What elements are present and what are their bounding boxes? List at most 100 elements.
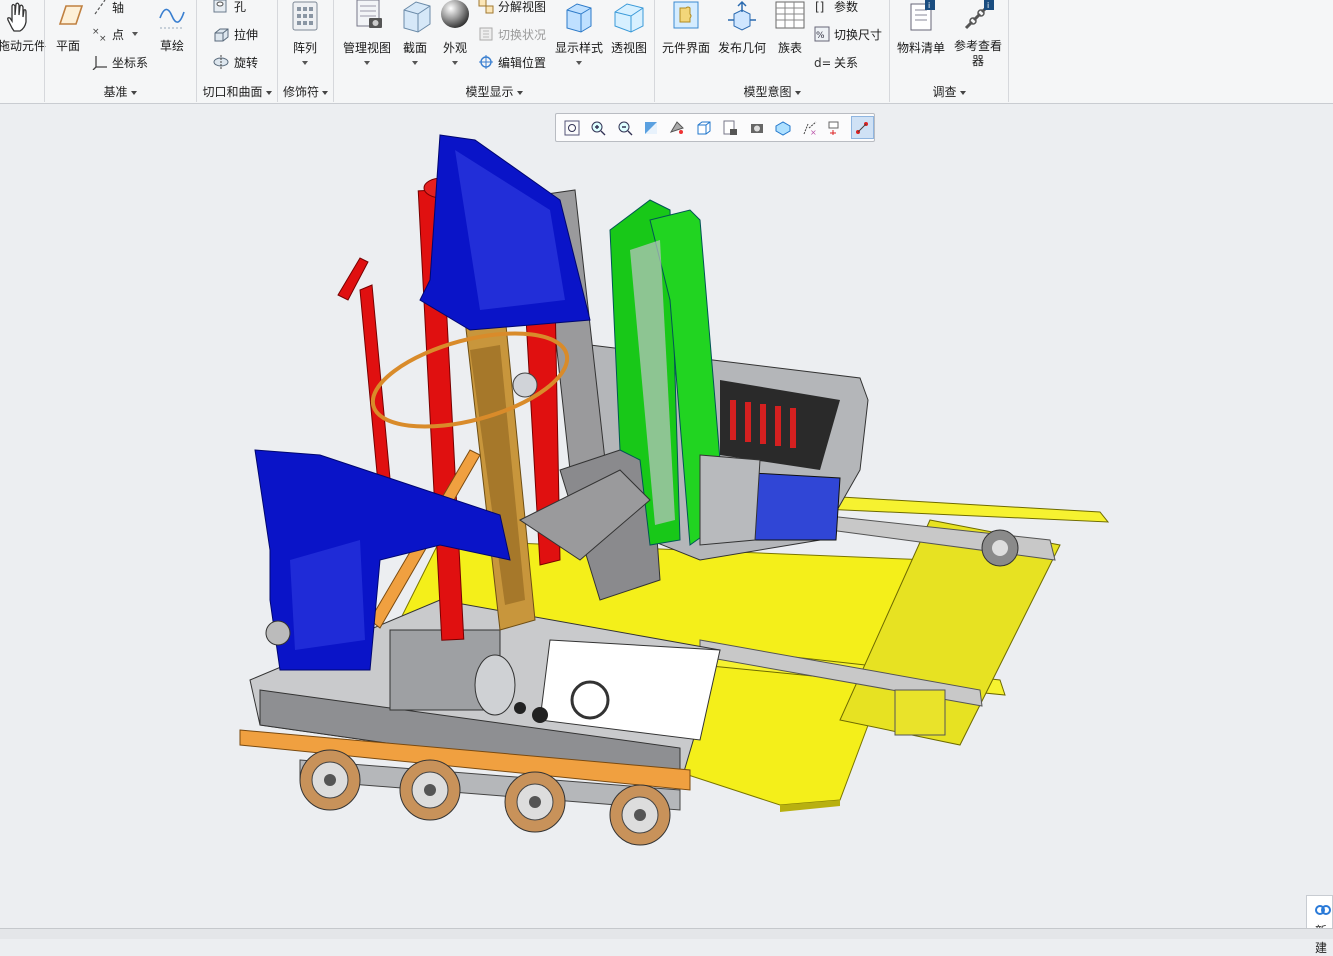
family-table-label: 族表 [777, 41, 802, 55]
plane-button[interactable]: 平面 [50, 0, 86, 54]
relations-icon: d= [814, 56, 830, 70]
svg-text:i: i [928, 1, 930, 10]
extrude-button[interactable]: 拉伸 [212, 25, 258, 43]
explode-view-button[interactable]: 分解视图 [478, 0, 546, 15]
csys-icon [92, 56, 107, 70]
svg-text:i: i [987, 1, 989, 10]
explode-view-label: 分解视图 [498, 0, 547, 14]
explode-view-icon [478, 0, 494, 14]
revolve-icon [213, 55, 229, 69]
extrude-label: 拉伸 [234, 27, 259, 42]
relations-label: 关系 [834, 55, 859, 70]
perspective-button[interactable]: 透视图 [610, 0, 648, 56]
status-bar [0, 928, 1333, 939]
model-display-dropdown-icon [516, 90, 523, 95]
sketch-icon [159, 8, 185, 29]
display-style-button[interactable]: 显示样式 [553, 0, 605, 65]
bom-icon: i [910, 0, 935, 31]
appearance-icon [441, 0, 469, 28]
appearance-dropdown-icon[interactable] [452, 61, 458, 65]
revolve-label: 旋转 [234, 55, 259, 70]
drag-component-button[interactable]: 拖动元件 [0, 0, 47, 54]
group-datum[interactable]: 基准 [45, 83, 195, 100]
pattern-button[interactable]: 阵列 [285, 0, 325, 65]
sketch-label: 草绘 [159, 39, 184, 53]
bom-label: 物料清单 [896, 41, 945, 55]
manage-views-dropdown-icon[interactable] [364, 61, 370, 65]
blue-arm-top[interactable] [419, 134, 591, 331]
hole-icon [213, 0, 227, 13]
point-icon: ×× [92, 27, 107, 42]
edit-position-label: 编辑位置 [498, 55, 547, 70]
point-button[interactable]: × × 点 [92, 25, 139, 43]
display-style-icon [566, 3, 592, 33]
graphics-viewport[interactable] [0, 104, 1333, 930]
reference-viewer-button[interactable]: i 参考查看器 [952, 0, 1004, 69]
datum-dropdown-icon [130, 90, 137, 95]
toggle-dimensions-button[interactable]: % 切换尺寸 [814, 25, 882, 43]
drag-component-label: 拖动元件 [0, 39, 47, 53]
group-modifiers[interactable]: 修饰符 [278, 83, 333, 100]
reference-viewer-label: 参考查看器 [953, 39, 1002, 68]
toggle-dimensions-icon: % [814, 26, 830, 42]
model-intent-dropdown-icon [794, 90, 801, 95]
hole-label: 孔 [234, 0, 247, 14]
appearance-button[interactable]: 外观 [438, 0, 472, 65]
pattern-icon [292, 1, 318, 31]
robot-assembly-model[interactable] [0, 104, 1333, 930]
component-interface-label: 元件界面 [661, 41, 710, 55]
display-style-label: 显示样式 [554, 41, 603, 55]
group-model-display[interactable]: 模型显示 [334, 83, 654, 100]
display-style-dropdown-icon[interactable] [576, 61, 582, 65]
parameters-button[interactable]: [] 参数 [814, 0, 858, 15]
hole-button[interactable]: 孔 [212, 0, 246, 15]
sketch-button[interactable]: 草绘 [154, 0, 190, 54]
plane-icon [58, 5, 84, 25]
svg-text:d=: d= [814, 56, 830, 70]
component-interface-button[interactable]: 元件界面 [660, 0, 712, 56]
toggle-dimensions-label: 切换尺寸 [834, 27, 883, 42]
publish-geometry-button[interactable]: 发布几何 [716, 0, 768, 56]
manage-views-button[interactable]: 管理视图 [340, 0, 394, 65]
svg-text:[]: [] [815, 0, 824, 14]
section-label: 截面 [402, 41, 427, 55]
csys-button[interactable]: 坐标系 [92, 53, 148, 71]
svg-text:×: × [99, 34, 107, 42]
family-table-button[interactable]: 族表 [772, 0, 808, 56]
hand-icon [7, 2, 27, 32]
relations-button[interactable]: d= 关系 [814, 53, 858, 71]
toggle-status-button[interactable]: 切换状况 [478, 25, 546, 43]
pattern-dropdown-icon[interactable] [302, 61, 308, 65]
section-icon [403, 1, 431, 33]
csys-label: 坐标系 [112, 55, 149, 70]
group-model-intent[interactable]: 模型意图 [655, 83, 889, 100]
reference-viewer-icon: i [964, 0, 994, 30]
toggle-status-icon [479, 27, 493, 41]
modifiers-dropdown-icon [322, 90, 328, 95]
parameters-icon: [] [815, 0, 824, 14]
investigate-dropdown-icon [959, 90, 966, 95]
point-dropdown-icon[interactable] [132, 32, 139, 36]
svg-text:%: % [816, 31, 825, 41]
cut-surface-dropdown-icon [265, 90, 272, 95]
revolve-button[interactable]: 旋转 [212, 53, 258, 71]
edit-position-button[interactable]: 编辑位置 [478, 53, 546, 71]
parameters-label: 参数 [834, 0, 859, 14]
perspective-label: 透视图 [610, 41, 647, 55]
appearance-label: 外观 [442, 41, 467, 55]
toggle-status-label: 切换状况 [498, 27, 547, 42]
axis-label: 轴 [112, 0, 125, 15]
publish-geometry-label: 发布几何 [717, 41, 766, 55]
edit-position-icon [479, 55, 493, 69]
drive-motor[interactable] [389, 629, 516, 716]
section-button[interactable]: 截面 [398, 0, 432, 65]
axis-button[interactable]: 轴 [92, 0, 124, 16]
axis-icon [94, 0, 106, 15]
group-investigate[interactable]: 调查 [890, 83, 1008, 100]
publish-geometry-icon [728, 0, 756, 31]
bom-button[interactable]: i 物料清单 [894, 0, 948, 56]
extrude-icon [214, 28, 229, 42]
section-dropdown-icon[interactable] [412, 61, 418, 65]
component-interface-icon [673, 1, 699, 29]
group-cut-surface[interactable]: 切口和曲面 [197, 83, 277, 100]
